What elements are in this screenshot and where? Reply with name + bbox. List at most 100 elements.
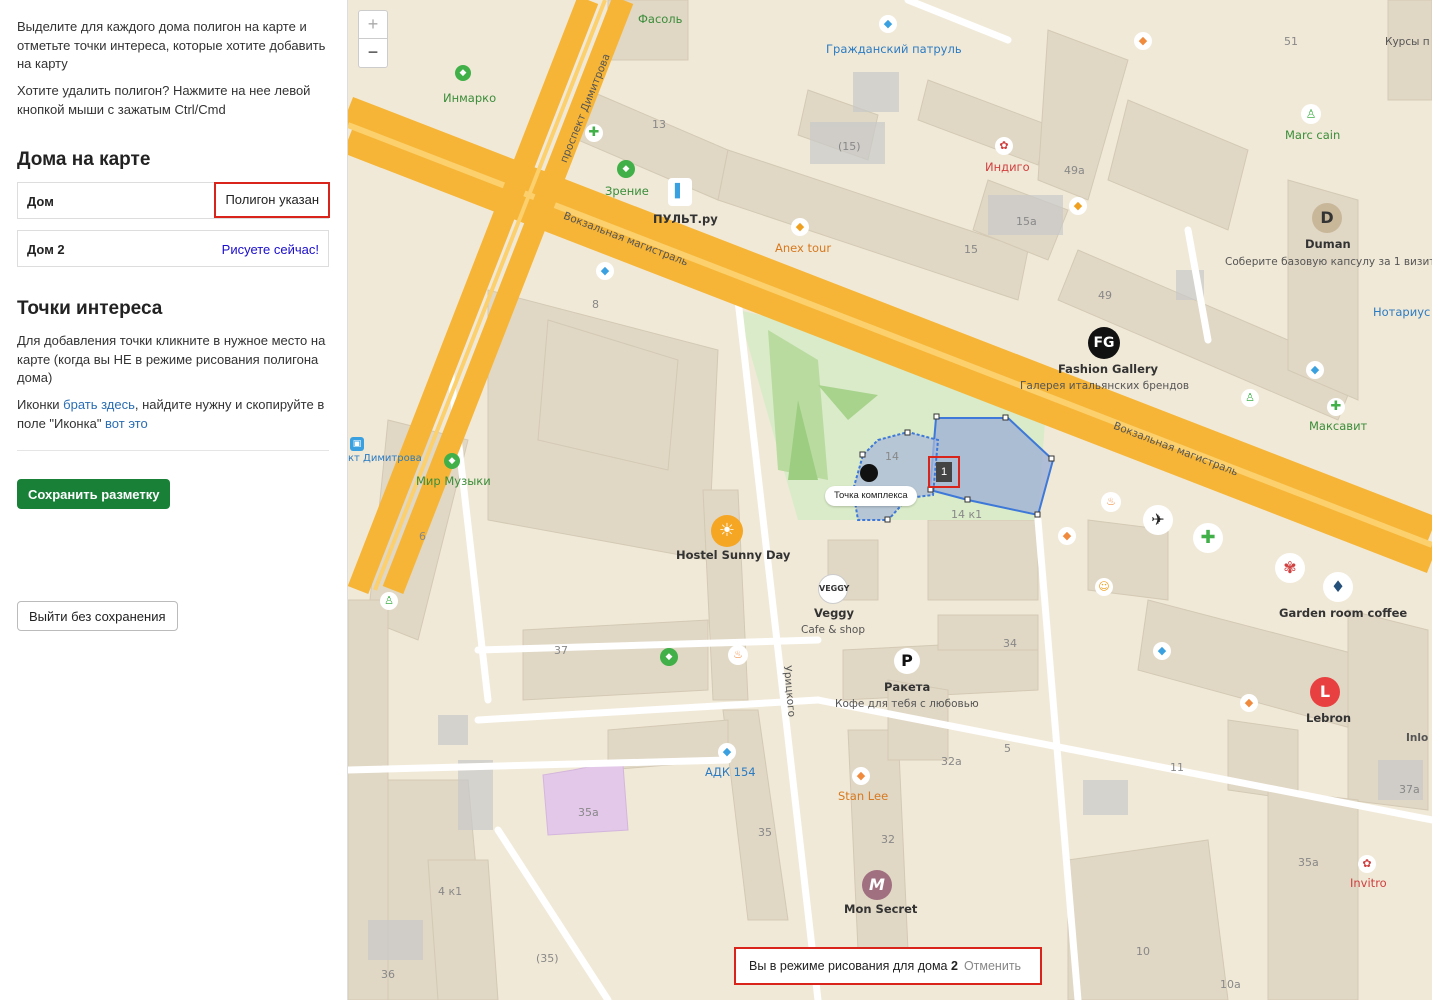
pin-icon[interactable]: ◆ [1153,642,1171,660]
pin-icon[interactable]: ◆ [718,743,736,761]
label-veggy[interactable]: Veggy [814,606,854,620]
house-number: 6 [419,530,426,543]
house-number: 10 [1136,945,1150,958]
label-maksavit[interactable]: Максавит [1309,419,1367,433]
save-button[interactable]: Сохранить разметку [17,479,171,509]
house-number: 49 [1098,289,1112,302]
pult-icon[interactable]: ▌ [668,178,692,206]
cancel-drawing-button[interactable]: Отменить [964,959,1021,973]
complex-point-tooltip: Точка комплекса [825,486,917,506]
label-lebron[interactable]: Lebron [1306,711,1351,725]
label-duman[interactable]: Duman [1305,237,1351,251]
restaurant-icon[interactable]: ♨ [728,645,748,665]
clothes-icon[interactable]: ♙ [380,592,398,610]
house-number: 32а [941,755,962,768]
icons-link[interactable]: брать здесь [63,397,135,412]
map[interactable]: 1 + − проспект Димитрова Вокзальная маги… [348,0,1432,1000]
pin-icon[interactable]: ◆ [617,160,635,178]
pharmacy-logo-icon[interactable]: ✚ [1193,523,1223,553]
lebron-logo-icon[interactable]: L [1310,677,1340,707]
bus-stop-icon[interactable]: ▣ [350,437,364,451]
label-notarius[interactable]: Нотариус [1373,305,1430,319]
complex-point-marker[interactable] [860,464,878,482]
label-fashion-gallery-sub: Галерея итальянских брендов [1020,380,1190,392]
bird-icon[interactable]: ♦ [1323,572,1353,602]
pin-icon[interactable]: ◆ [1058,527,1076,545]
house-row-1[interactable]: Дом Полигон указан [17,182,330,219]
clothes-icon[interactable]: ♙ [1241,389,1259,407]
label-mir-muzyki[interactable]: Мир Музыки [416,474,491,488]
house-number: 35а [578,806,599,819]
intro-text: Выделите для каждого дома полигон на кар… [17,19,326,71]
label-inlo[interactable]: Inlo [1406,732,1428,744]
drawing-mode-text: Вы в режиме рисования для дома [749,959,951,973]
pin-icon[interactable]: ◆ [879,15,897,33]
house-status-drawing: Рисуете сейчас! [221,242,319,257]
duman-logo-icon[interactable]: D [1312,203,1342,233]
label-stan-lee[interactable]: Stan Lee [838,789,888,803]
label-marc[interactable]: Marc cain [1285,128,1340,142]
label-anex[interactable]: Anex tour [775,241,831,255]
house-number: 14 [885,450,899,463]
house-number: 4 к1 [438,885,463,898]
label-mon-secret[interactable]: Mon Secret [844,902,917,916]
house-number: (15) [838,140,861,153]
house-number: 8 [592,298,599,311]
label-invitro[interactable]: Invitro [1350,876,1387,890]
label-inmarko[interactable]: Инмарко [443,91,496,105]
pin-icon[interactable]: ◆ [791,218,809,236]
zoom-control: + − [358,10,388,68]
label-garden[interactable]: Garden room coffee [1279,606,1407,620]
label-veggy-sub: Cafe & shop [801,624,865,636]
fashion-gallery-logo-icon[interactable]: FG [1088,327,1120,359]
pin-icon[interactable]: ◆ [1134,32,1152,50]
label-indigo[interactable]: Индиго [985,160,1030,174]
veggy-logo-icon[interactable]: VEGGY [818,574,849,604]
flowers-icon[interactable]: ✾ [1275,553,1305,583]
raketa-logo-icon[interactable]: P [894,648,920,674]
sun-icon[interactable]: ☀ [711,515,743,547]
label-pult[interactable]: ПУЛЬТ.ру [653,212,718,226]
label-fashion-gallery[interactable]: Fashion Gallery [1058,362,1158,376]
pin-icon[interactable]: ◆ [852,767,870,785]
label-hostel[interactable]: Hostel Sunny Day [676,548,790,562]
restaurant-icon[interactable]: ♨ [1101,492,1121,512]
zoom-out-button[interactable]: − [359,39,387,66]
pin-icon[interactable]: ◆ [444,453,460,469]
label-fasol[interactable]: Фасоль [638,12,682,26]
label-adk[interactable]: АДК 154 [705,765,756,779]
icons-link-2[interactable]: вот это [105,416,148,431]
label-raketa[interactable]: Ракета [884,680,930,694]
pharmacy-icon[interactable]: ✚ [585,124,603,142]
pin-icon[interactable]: ◆ [1306,361,1324,379]
label-kursy[interactable]: Курсы п [1385,36,1430,48]
house-number: 35 [758,826,772,839]
invitro-icon[interactable]: ✿ [1358,855,1376,873]
exit-button[interactable]: Выйти без сохранения [17,601,178,631]
pin-icon[interactable]: ◆ [1069,197,1087,215]
houses-title: Дома на карте [17,149,151,170]
house-number: 5 [1004,742,1011,755]
label-patrol[interactable]: Гражданский патруль [826,42,962,56]
pin-icon[interactable]: ◆ [455,65,471,81]
pharmacy-icon[interactable]: ✚ [1327,398,1345,416]
theater-icon[interactable]: ☺ [1095,578,1113,596]
house-number: 37 [554,644,568,657]
label-raketa-sub: Кофе для тебя с любовью [835,698,979,710]
pin-icon[interactable]: ◆ [1240,694,1258,712]
indigo-icon[interactable]: ✿ [995,137,1013,155]
house-number: (35) [536,952,559,965]
label-zrenie[interactable]: Зрение [605,184,649,198]
clothes-icon[interactable]: ♙ [1301,104,1321,124]
fitness-icon[interactable]: ✈ [1143,505,1173,535]
stop-dimitrova[interactable]: кт Димитрова [348,453,422,464]
house-name: Дом 2 [27,242,65,257]
zoom-in-button[interactable]: + [359,11,387,39]
polygon-label[interactable]: 1 [936,462,952,482]
pin-icon[interactable]: ◆ [596,262,614,280]
icons-hint: Иконки брать здесь, найдите нужну и скоп… [17,396,337,433]
polygon-label-highlight: 1 [928,456,960,488]
pin-icon[interactable]: ◆ [660,648,678,666]
mon-secret-logo-icon[interactable]: M [862,870,892,900]
house-row-2[interactable]: Дом 2 Рисуете сейчас! [17,230,329,267]
